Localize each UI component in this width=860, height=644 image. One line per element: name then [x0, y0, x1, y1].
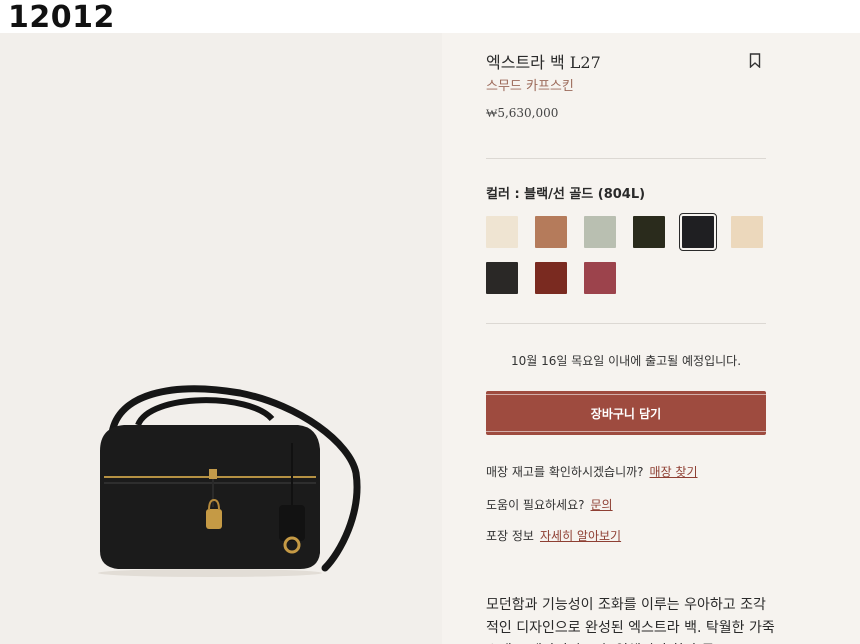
shipping-estimate: 10월 16일 목요일 이내에 출고될 예정입니다. [510, 354, 742, 368]
color-swatch[interactable] [584, 262, 616, 294]
bookmark-icon[interactable] [749, 53, 761, 68]
product-image-gallery[interactable] [0, 33, 442, 644]
add-to-cart-button[interactable]: 장바구니 담기 [486, 391, 766, 435]
add-to-cart-label: 장바구니 담기 [590, 406, 662, 421]
packaging-text: 포장 정보 [486, 529, 534, 543]
product-price: ₩5,630,000 [486, 106, 559, 120]
store-stock-row: 매장 재고를 확인하시겠습니까? 매장 찾기 [486, 463, 698, 480]
packaging-row: 포장 정보 자세히 알아보기 [486, 527, 621, 544]
help-text: 도움이 필요하세요? [486, 498, 585, 512]
find-store-link[interactable]: 매장 찾기 [650, 465, 698, 479]
store-stock-text: 매장 재고를 확인하시겠습니까? [486, 465, 644, 479]
color-swatch[interactable] [486, 262, 518, 294]
contact-link[interactable]: 문의 [591, 498, 613, 512]
divider [486, 158, 766, 159]
product-image [98, 385, 361, 577]
color-swatch[interactable] [584, 216, 616, 248]
page-id-label: 12012 [8, 0, 115, 35]
color-swatch[interactable] [535, 262, 567, 294]
product-title: 엑스트라 백 L27 [486, 53, 601, 72]
packaging-details-link[interactable]: 자세히 알아보기 [540, 529, 621, 543]
product-detail-panel: 엑스트라 백 L27 스무드 카프스킨 ₩5,630,000 컬러 : 블랙/선… [442, 33, 860, 644]
help-row: 도움이 필요하세요? 문의 [486, 496, 613, 513]
color-swatch[interactable] [633, 216, 665, 248]
divider [486, 323, 766, 324]
color-label: 컬러 : 블랙/선 골드 (804L) [486, 187, 646, 202]
product-material: 스무드 카프스킨 [486, 79, 574, 94]
color-swatch[interactable] [535, 216, 567, 248]
color-swatch[interactable] [731, 216, 763, 248]
product-description: 모던함과 기능성이 조화를 이루는 우아하고 조각적인 디자인으로 완성된 엑스… [486, 597, 775, 644]
color-swatch-selected[interactable] [679, 213, 717, 251]
color-swatch[interactable] [486, 216, 518, 248]
